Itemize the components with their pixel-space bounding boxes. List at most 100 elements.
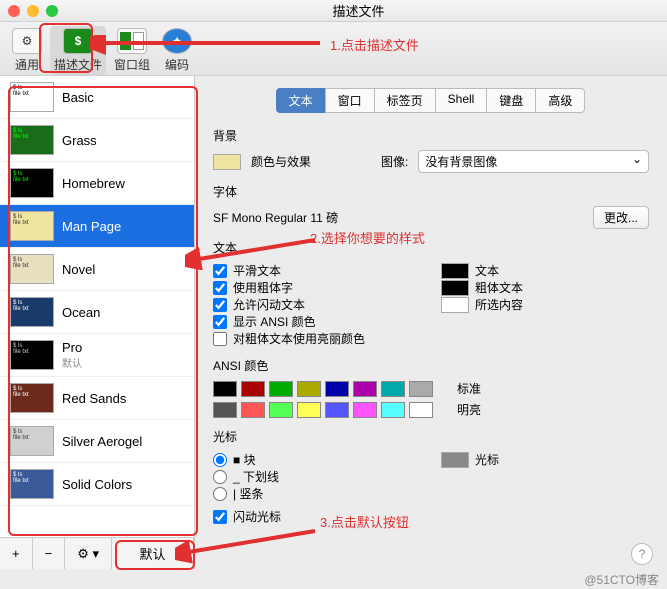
profile-item-manpage[interactable]: $ lsfile txt Man Page xyxy=(0,205,194,248)
profile-name: Red Sands xyxy=(62,391,126,406)
profile-thumb: $ lsfile txt xyxy=(10,340,54,370)
ansi-swatch[interactable] xyxy=(409,381,433,397)
ansi-swatch[interactable] xyxy=(381,381,405,397)
profile-sublabel: 默认 xyxy=(62,355,82,370)
profile-item-redsands[interactable]: $ lsfile txtRed Sands xyxy=(0,377,194,420)
text-check[interactable]: 使用粗体字 xyxy=(213,279,421,296)
window-title: 描述文件 xyxy=(58,1,659,20)
tab-3[interactable]: Shell xyxy=(435,88,488,113)
set-default-button[interactable]: 默认 xyxy=(112,538,194,569)
ansi-swatch[interactable] xyxy=(325,381,349,397)
profile-item-ocean[interactable]: $ lsfile txt Ocean xyxy=(0,291,194,334)
terminal-icon: $ xyxy=(63,28,93,54)
tab-2[interactable]: 标签页 xyxy=(374,88,436,113)
change-font-button[interactable]: 更改... xyxy=(593,206,649,229)
add-profile-button[interactable]: + xyxy=(0,538,33,569)
color-swatch[interactable] xyxy=(441,280,469,296)
watermark: @51CTO博客 xyxy=(584,569,659,589)
ansi-swatch[interactable] xyxy=(269,381,293,397)
ansi-label: 明亮 xyxy=(457,401,481,418)
toolbar-profiles[interactable]: $ 描述文件 xyxy=(50,26,106,75)
zoom-button[interactable] xyxy=(46,5,58,17)
profile-item-pro[interactable]: $ lsfile txt Pro默认 xyxy=(0,334,194,377)
text-check[interactable]: 平滑文本 xyxy=(213,262,421,279)
ansi-swatch[interactable] xyxy=(297,402,321,418)
profile-item-grass[interactable]: $ lsfile txtGrass xyxy=(0,119,194,162)
tab-5[interactable]: 高级 xyxy=(535,88,585,113)
text-check[interactable]: 对粗体文本使用亮丽颜色 xyxy=(213,330,421,347)
cursor-swatch[interactable] xyxy=(441,452,469,468)
tab-1[interactable]: 窗口 xyxy=(325,88,375,113)
ansi-section: ANSI 颜色 xyxy=(213,357,649,374)
profile-name: Man Page xyxy=(62,219,121,234)
color-swatch[interactable] xyxy=(441,297,469,313)
close-button[interactable] xyxy=(8,5,20,17)
cursor-radio[interactable]: ■ 块 xyxy=(213,451,421,468)
blink-cursor-label: 闪动光标 xyxy=(233,508,281,525)
profile-name: Homebrew xyxy=(62,176,125,191)
ansi-swatch[interactable] xyxy=(353,402,377,418)
ansi-swatch[interactable] xyxy=(353,381,377,397)
tab-4[interactable]: 键盘 xyxy=(486,88,536,113)
blink-cursor-checkbox[interactable] xyxy=(213,510,227,524)
toolbar-encoding[interactable]: ✦ 编码 xyxy=(158,26,196,75)
remove-profile-button[interactable]: − xyxy=(33,538,66,569)
profile-item-novel[interactable]: $ lsfile txt Novel xyxy=(0,248,194,291)
font-current: SF Mono Regular 11 磅 xyxy=(213,209,583,226)
ansi-label: 标准 xyxy=(457,380,481,397)
profile-name: Novel xyxy=(62,262,95,277)
toolbar-groups[interactable]: 窗口组 xyxy=(110,26,154,75)
text-color-row: 粗体文本 xyxy=(441,279,649,296)
ansi-swatch[interactable] xyxy=(381,402,405,418)
profile-item-homebrew[interactable]: $ lsfile txtHomebrew xyxy=(0,162,194,205)
cursor-radio[interactable]: | 竖条 xyxy=(213,485,421,502)
profile-name: Solid Colors xyxy=(62,477,132,492)
profile-item-basic[interactable]: $ lsfile txt Basic xyxy=(0,76,194,119)
minimize-button[interactable] xyxy=(27,5,39,17)
gear-icon: ⚙︎ xyxy=(12,28,42,54)
profile-item-solid[interactable]: $ lsfile txt Solid Colors xyxy=(0,463,194,506)
text-color-row: 所选内容 xyxy=(441,296,649,313)
bg-color-label: 颜色与效果 xyxy=(251,153,311,170)
ansi-swatch[interactable] xyxy=(269,402,293,418)
text-check[interactable]: 显示 ANSI 颜色 xyxy=(213,313,421,330)
toolbar-general[interactable]: ⚙︎ 通用 xyxy=(8,26,46,75)
profile-item-silver[interactable]: $ lsfile txt Silver Aerogel xyxy=(0,420,194,463)
ansi-swatch[interactable] xyxy=(325,402,349,418)
ansi-swatch[interactable] xyxy=(241,402,265,418)
ansi-swatch[interactable] xyxy=(409,402,433,418)
profile-name: Basic xyxy=(62,90,94,105)
profile-name: Pro xyxy=(62,340,82,355)
profile-actions-button[interactable]: ⚙︎ ▾ xyxy=(65,538,112,569)
bg-section: 背景 xyxy=(213,127,649,144)
bg-image-label: 图像: xyxy=(381,153,408,170)
profile-thumb: $ lsfile txt xyxy=(10,426,54,456)
bg-image-select[interactable]: 没有背景图像 xyxy=(418,150,649,173)
profile-thumb: $ lsfile txt xyxy=(10,254,54,284)
profile-name: Ocean xyxy=(62,305,100,320)
window-group-icon xyxy=(117,28,147,54)
profile-thumb: $ lsfile txt xyxy=(10,211,54,241)
tab-0[interactable]: 文本 xyxy=(276,88,326,113)
help-button[interactable]: ? xyxy=(631,543,653,565)
profile-list[interactable]: $ lsfile txtBasic$ lsfile txtGrass$ lsfi… xyxy=(0,76,194,537)
text-check[interactable]: 允许闪动文本 xyxy=(213,296,421,313)
ansi-swatch[interactable] xyxy=(213,381,237,397)
color-swatch[interactable] xyxy=(441,263,469,279)
titlebar: 描述文件 xyxy=(0,0,667,22)
cursor-radio[interactable]: _ 下划线 xyxy=(213,468,421,485)
font-section: 字体 xyxy=(213,183,649,200)
ansi-swatch[interactable] xyxy=(241,381,265,397)
profile-thumb: $ lsfile txt xyxy=(10,82,54,112)
settings-tabs: 文本窗口标签页Shell键盘高级 xyxy=(213,88,649,113)
text-section: 文本 xyxy=(213,239,649,256)
ansi-swatch[interactable] xyxy=(297,381,321,397)
profile-name: Silver Aerogel xyxy=(62,434,142,449)
settings-panel: 文本窗口标签页Shell键盘高级 背景 颜色与效果 图像: 没有背景图像 字体 … xyxy=(195,76,667,569)
profile-sidebar: $ lsfile txtBasic$ lsfile txtGrass$ lsfi… xyxy=(0,76,195,569)
profile-thumb: $ lsfile txt xyxy=(10,297,54,327)
profile-thumb: $ lsfile txt xyxy=(10,469,54,499)
ansi-swatch[interactable] xyxy=(213,402,237,418)
globe-icon: ✦ xyxy=(162,28,192,54)
bg-color-swatch[interactable] xyxy=(213,154,241,170)
